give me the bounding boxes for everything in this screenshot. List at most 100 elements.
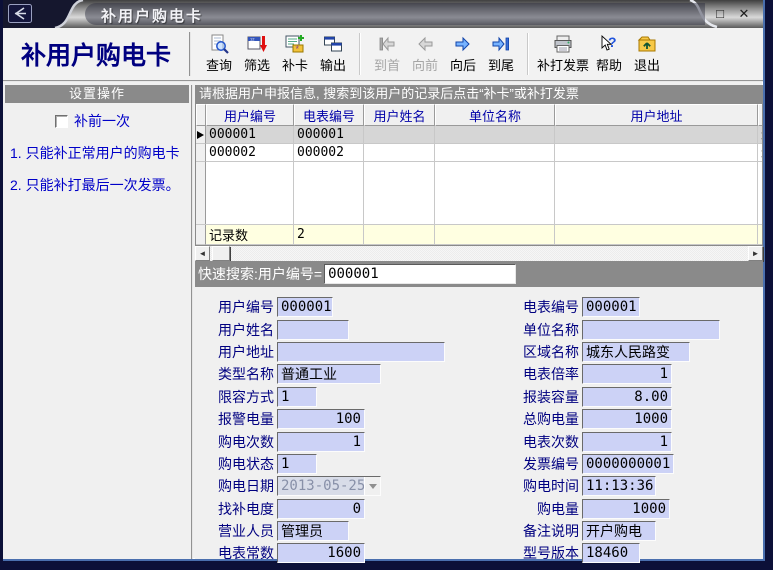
quick-search-input[interactable] xyxy=(324,264,516,284)
form-row: 电表编号000001 xyxy=(500,296,763,318)
form-row: 购电时间11:13:36 xyxy=(500,475,763,497)
table-cell-empty xyxy=(435,162,555,224)
chevron-down-icon xyxy=(369,484,377,489)
form-label: 型号版本 xyxy=(500,543,582,563)
maximize-button[interactable]: □ xyxy=(711,6,729,22)
table-cell xyxy=(555,144,758,162)
form-field[interactable]: 18460 xyxy=(582,543,640,563)
form-field[interactable]: 1000 xyxy=(582,499,670,519)
user-table: 用户编号电表编号用户姓名单位名称用户地址000001000001城东人民路变00… xyxy=(195,103,763,246)
table-empty-area xyxy=(196,162,762,224)
form-row: 报警电量100 xyxy=(195,408,500,430)
form-field[interactable]: 8.00 xyxy=(582,387,672,407)
form-label: 区域名称 xyxy=(500,342,582,362)
date-combobox[interactable]: 2013-05-25 xyxy=(277,476,381,496)
form-label: 购电状态 xyxy=(195,454,277,474)
search-icon xyxy=(209,34,229,54)
form-field[interactable] xyxy=(277,320,349,340)
table-row[interactable]: 000001000001城东人民路变 xyxy=(196,126,762,144)
column-header: 用户编号 xyxy=(206,104,294,126)
form-field[interactable]: 城东人民路变 xyxy=(582,342,690,362)
toolbar-button-invoice[interactable]: 补打发票 xyxy=(537,30,589,78)
form-row: 找补电度0 xyxy=(195,498,500,520)
sidebar: 设置操作 补前一次 1. 只能补正常用户的购电卡 2. 只能补打最后一次发票。 xyxy=(3,85,193,559)
form-field[interactable]: 1 xyxy=(582,432,672,452)
row-selector-footer xyxy=(196,225,206,245)
form-row: 用户地址 xyxy=(195,341,500,363)
table-row[interactable]: 000002000002城东人民路变 xyxy=(196,144,762,162)
table-cell: 000001 xyxy=(206,126,294,144)
window: 补用户购电卡 □ ✕ 补用户购电卡 查询12筛选*补卡输出到首向前向后到尾补打发… xyxy=(0,0,773,570)
form-label: 报装容量 xyxy=(500,387,582,407)
table-cell: 城东人民路变 xyxy=(758,126,763,144)
toolbar-button-output[interactable]: 输出 xyxy=(315,30,351,78)
main-area: 请根据用户申报信息, 搜索到该用户的记录后点击“补卡”或补打发票 用户编号电表编… xyxy=(195,85,763,559)
column-header: 用户姓名 xyxy=(364,104,435,126)
title-bar[interactable]: 补用户购电卡 □ ✕ xyxy=(3,0,763,28)
form-label: 电表倍率 xyxy=(500,364,582,384)
form-row: 电表次数1 xyxy=(500,430,763,452)
form-label: 用户编号 xyxy=(195,297,277,317)
checkbox-box[interactable] xyxy=(55,115,68,128)
form-field[interactable] xyxy=(277,342,445,362)
toolbar-button-help[interactable]: ?帮助 xyxy=(591,30,627,78)
table-footer-row: 记录数2 xyxy=(196,224,762,245)
toolbar-button-last[interactable]: 到尾 xyxy=(483,30,519,78)
close-button[interactable]: ✕ xyxy=(735,6,753,22)
toolbar-button-exit[interactable]: 退出 xyxy=(629,30,665,78)
combobox-value: 2013-05-25 xyxy=(278,477,364,495)
toolbar-button-label: 输出 xyxy=(320,55,346,74)
form-row: 购电量1000 xyxy=(500,498,763,520)
form-field[interactable]: 1 xyxy=(582,364,672,384)
toolbar-button-label: 到首 xyxy=(374,55,400,74)
form-field[interactable]: 1 xyxy=(277,432,365,452)
footer-cell xyxy=(364,225,435,245)
toolbar-button-first[interactable]: 到首 xyxy=(369,30,405,78)
form-label: 单位名称 xyxy=(500,320,582,340)
toolbar-button-query[interactable]: 查询 xyxy=(201,30,237,78)
column-header: 用户地址 xyxy=(555,104,758,126)
form-row: 报装容量8.00 xyxy=(500,386,763,408)
form-field[interactable]: 11:13:36 xyxy=(582,476,656,496)
table-cell xyxy=(555,126,758,144)
form-field[interactable] xyxy=(582,320,720,340)
form-row: 类型名称普通工业 xyxy=(195,363,500,385)
row-selector xyxy=(196,126,206,144)
toolbar-button-filter[interactable]: 12筛选 xyxy=(239,30,275,78)
toolbar-button-next[interactable]: 向后 xyxy=(445,30,481,78)
toolbar-button-card[interactable]: *补卡 xyxy=(277,30,313,78)
form-field[interactable]: 000001 xyxy=(277,297,333,317)
combobox-dropdown-button[interactable] xyxy=(364,477,380,495)
scrollbar-thumb[interactable] xyxy=(212,246,230,261)
form-field[interactable]: 开户购电 xyxy=(582,521,656,541)
form-field[interactable]: 1000 xyxy=(582,409,672,429)
form-label: 备注说明 xyxy=(500,521,582,541)
checkbox-previous-card[interactable]: 补前一次 xyxy=(55,111,130,131)
form-field[interactable]: 1600 xyxy=(277,543,365,563)
form-row: 备注说明开户购电 xyxy=(500,520,763,542)
form-right-column: 电表编号000001单位名称区域名称城东人民路变电表倍率1报装容量8.00总购电… xyxy=(500,296,763,559)
form-field[interactable]: 000001 xyxy=(582,297,640,317)
form-field[interactable]: 普通工业 xyxy=(277,364,381,384)
scroll-right-button[interactable]: ► xyxy=(748,246,763,261)
toolbar-button-prev[interactable]: 向前 xyxy=(407,30,443,78)
form-field[interactable]: 0000000001 xyxy=(582,454,674,474)
form-field[interactable]: 100 xyxy=(277,409,365,429)
toolbar-separator xyxy=(359,33,361,75)
form-field[interactable]: 管理员 xyxy=(277,521,349,541)
form-field[interactable]: 1 xyxy=(277,454,317,474)
card-plus-icon: * xyxy=(285,34,305,54)
toolbar-button-label: 补打发票 xyxy=(537,55,589,74)
toolbar-button-label: 到尾 xyxy=(488,55,514,74)
form-row: 型号版本18460 xyxy=(500,542,763,564)
nav-next-icon xyxy=(453,34,473,54)
scrollbar-track[interactable] xyxy=(210,246,748,261)
horizontal-scrollbar[interactable]: ◄ ► xyxy=(195,246,763,261)
form-row: 电表常数1600 xyxy=(195,542,500,564)
table-cell: 000002 xyxy=(294,144,364,162)
form-field[interactable]: 0 xyxy=(277,499,365,519)
svg-text:12: 12 xyxy=(250,37,255,42)
form-field[interactable]: 1 xyxy=(277,387,317,407)
scroll-left-button[interactable]: ◄ xyxy=(195,246,210,261)
detail-form: 用户编号000001用户姓名用户地址类型名称普通工业限容方式1报警电量100购电… xyxy=(195,287,763,559)
